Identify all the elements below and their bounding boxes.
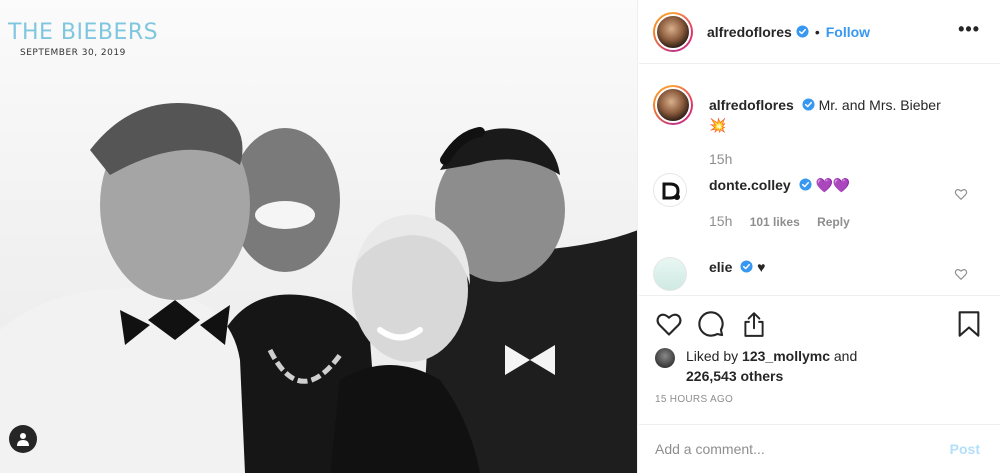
like-heart-icon[interactable]	[655, 310, 683, 338]
tagged-people-button[interactable]	[9, 425, 37, 453]
comment-likes[interactable]: 101 likes	[750, 215, 800, 229]
save-bookmark-icon[interactable]	[957, 310, 981, 338]
comment-avatar[interactable]	[653, 173, 687, 207]
author-avatar[interactable]	[653, 11, 693, 52]
comments-list[interactable]: alfredoflores Mr. and Mrs. Bieber 💥 15h	[639, 65, 1000, 295]
caption-age[interactable]: 15h	[709, 151, 732, 167]
follow-button[interactable]: Follow	[826, 24, 870, 40]
like-comment-heart-icon[interactable]	[954, 187, 968, 201]
reply-button[interactable]: Reply	[817, 215, 850, 229]
post-actions: Liked by 123_mollymc and 226,543 others …	[639, 295, 1000, 415]
donte-logo-icon	[662, 182, 680, 200]
caption-emoji: 💥	[709, 117, 727, 133]
share-icon[interactable]	[741, 310, 767, 338]
booth-title: THE BIEBERS	[8, 20, 159, 45]
liker-username[interactable]: 123_mollymc	[742, 348, 830, 364]
likes-count[interactable]: 226,543 others	[686, 368, 783, 384]
verified-badge-icon	[740, 260, 753, 273]
verified-badge-icon	[799, 178, 812, 191]
comment-avatar[interactable]	[653, 257, 687, 291]
caption-avatar[interactable]	[653, 85, 693, 125]
more-options-icon[interactable]: •••	[958, 20, 980, 38]
caption-username[interactable]: alfredoflores	[709, 97, 794, 113]
post-comment-button[interactable]: Post	[950, 441, 980, 457]
post-sidebar: alfredoflores • Follow ••• alfredoflores…	[639, 0, 1000, 473]
comment-bubble-icon[interactable]	[697, 310, 725, 338]
comment-text: ♥	[757, 259, 766, 275]
comment-item: elie ♥	[653, 255, 988, 295]
liked-by-and: and	[830, 348, 858, 364]
author-username[interactable]: alfredoflores	[707, 24, 792, 40]
liker-avatar[interactable]	[655, 348, 675, 368]
comment-username[interactable]: donte.colley	[709, 177, 791, 193]
caption-text: Mr. and Mrs. Bieber	[818, 97, 941, 113]
verified-badge-icon	[802, 98, 815, 111]
post-header: alfredoflores • Follow •••	[639, 0, 1000, 64]
like-comment-heart-icon[interactable]	[954, 267, 968, 281]
post-timestamp[interactable]: 15 HOURS AGO	[655, 394, 733, 405]
post-photo[interactable]: THE BIEBERS SEPTEMBER 30, 2019	[0, 0, 638, 473]
comment-form: Add a comment... Post	[639, 424, 1000, 473]
booth-date: SEPTEMBER 30, 2019	[20, 48, 126, 58]
comment-username[interactable]: elie	[709, 259, 732, 275]
comment-age[interactable]: 15h	[709, 213, 732, 229]
verified-badge-icon	[796, 25, 809, 38]
person-icon	[17, 433, 29, 446]
comment-input[interactable]: Add a comment...	[655, 441, 765, 457]
comment-item: donte.colley 💜💜 15h 101 likes Reply	[653, 173, 988, 233]
header-separator: •	[814, 23, 820, 40]
photo-scene	[0, 103, 637, 473]
comment-text: 💜💜	[815, 177, 851, 193]
liked-by-prefix: Liked by	[686, 348, 743, 364]
